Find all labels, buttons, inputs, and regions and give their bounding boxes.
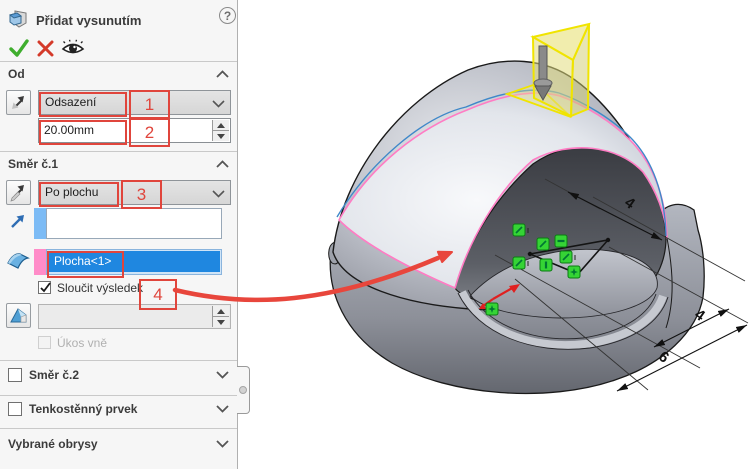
relation-badge[interactable] bbox=[485, 302, 499, 316]
offset-spinner[interactable] bbox=[212, 120, 229, 141]
spinner-up-icon bbox=[213, 306, 229, 317]
relation-badge[interactable] bbox=[559, 250, 573, 264]
relation-badge[interactable] bbox=[536, 237, 550, 251]
relation-badge[interactable] bbox=[554, 234, 568, 248]
checkmark-icon bbox=[40, 282, 51, 293]
callout-box-start-condition bbox=[39, 92, 127, 117]
section-dir1-header[interactable]: Směr č.1 bbox=[8, 157, 58, 171]
section-thin-header[interactable]: Tenkostěnný prvek bbox=[29, 402, 137, 416]
draft-icon bbox=[10, 308, 27, 323]
spinner-up-icon[interactable] bbox=[213, 120, 229, 131]
draft-outward-checkbox bbox=[38, 336, 51, 349]
chevron-up-icon[interactable] bbox=[216, 70, 229, 78]
section-contours-header[interactable]: Vybrané obrysy bbox=[8, 437, 98, 451]
direction-swatch bbox=[34, 208, 46, 239]
chevron-down-icon[interactable] bbox=[216, 405, 229, 413]
draft-angle-input bbox=[38, 304, 231, 329]
divider bbox=[0, 360, 237, 361]
relation-badge[interactable] bbox=[512, 223, 526, 237]
property-manager-panel: Přidat vysunutím ? Od Odsazení 20.00mm S… bbox=[0, 0, 238, 469]
merge-result-checkbox[interactable] bbox=[38, 281, 51, 294]
callout-marker-2: 2 bbox=[129, 118, 170, 147]
help-icon[interactable]: ? bbox=[219, 7, 236, 24]
draft-spinner bbox=[212, 306, 229, 327]
divider bbox=[0, 428, 237, 429]
ok-button[interactable] bbox=[8, 38, 30, 58]
dir1-reverse-button[interactable] bbox=[6, 180, 31, 205]
chevron-down-icon bbox=[212, 100, 225, 108]
merge-result-label[interactable]: Sloučit výsledek bbox=[57, 281, 143, 295]
panel-splitter-handle[interactable] bbox=[237, 366, 250, 414]
reverse-direction-icon bbox=[12, 96, 24, 109]
face-swatch bbox=[34, 249, 46, 275]
dir2-checkbox[interactable] bbox=[8, 368, 22, 382]
chevron-down-icon[interactable] bbox=[216, 371, 229, 379]
draft-button[interactable] bbox=[6, 303, 31, 328]
splitter-dot-icon bbox=[239, 386, 247, 394]
callout-marker-3: 3 bbox=[121, 180, 162, 209]
face-icon bbox=[7, 253, 30, 269]
direction-selection-box[interactable] bbox=[46, 208, 222, 239]
spinner-down-icon[interactable] bbox=[213, 131, 229, 141]
divider bbox=[0, 61, 237, 62]
callout-box-face bbox=[47, 251, 124, 278]
callout-box-end-condition bbox=[39, 182, 119, 207]
chevron-down-icon bbox=[212, 190, 225, 198]
panel-title: Přidat vysunutím bbox=[36, 13, 142, 28]
callout-marker-4: 4 bbox=[139, 279, 177, 310]
relation-badge[interactable] bbox=[567, 265, 581, 279]
boss-extrude-icon bbox=[8, 10, 27, 28]
callout-marker-1: 1 bbox=[129, 90, 170, 119]
draft-outward-label: Úkos vně bbox=[57, 336, 108, 350]
preview-eye-icon[interactable] bbox=[61, 39, 85, 57]
relation-badge[interactable] bbox=[539, 258, 553, 272]
cancel-button[interactable] bbox=[37, 40, 54, 57]
relation-badge[interactable] bbox=[512, 256, 526, 270]
section-od-header[interactable]: Od bbox=[8, 67, 25, 81]
section-dir2-header[interactable]: Směr č.2 bbox=[29, 368, 79, 382]
reverse-direction-button[interactable] bbox=[6, 90, 31, 115]
callout-box-offset bbox=[39, 120, 127, 145]
divider bbox=[0, 151, 237, 152]
direction-edit-icon bbox=[10, 185, 24, 202]
spinner-down-icon bbox=[213, 317, 229, 327]
thin-feature-checkbox[interactable] bbox=[8, 402, 22, 416]
divider bbox=[0, 395, 237, 396]
chevron-down-icon[interactable] bbox=[216, 440, 229, 448]
chevron-up-icon[interactable] bbox=[216, 160, 229, 168]
direction-arrow-icon bbox=[11, 215, 24, 228]
